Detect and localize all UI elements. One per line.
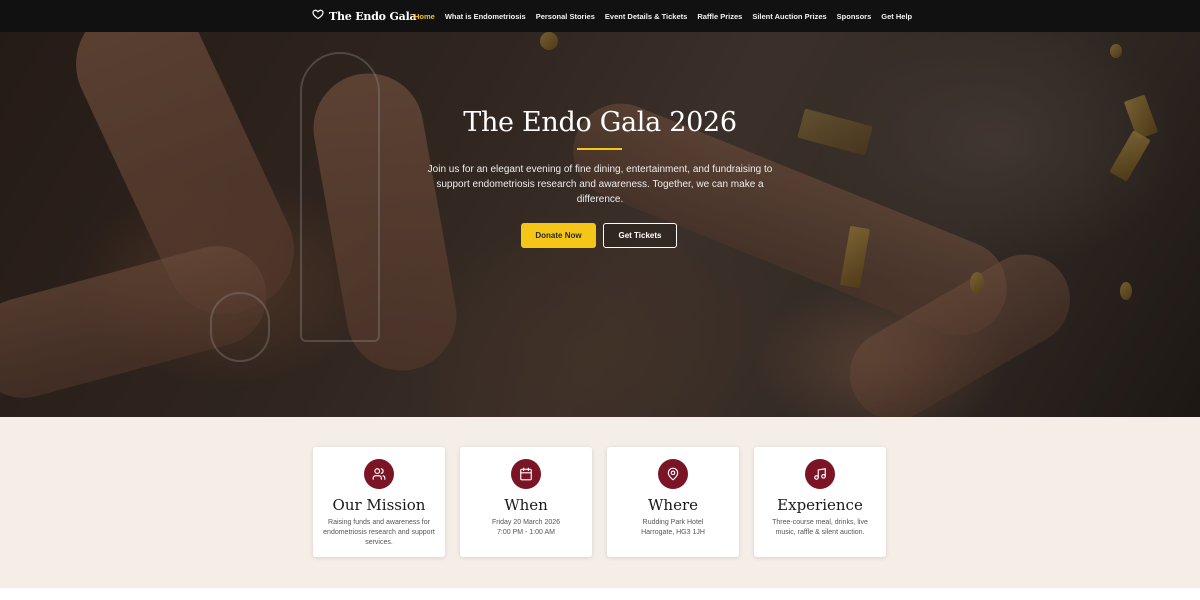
card-text: Rudding Park Hotel Harrogate, HG3 1JH bbox=[641, 519, 705, 536]
brand-logo[interactable]: The Endo Gala bbox=[312, 0, 417, 32]
music-icon bbox=[805, 459, 835, 489]
brand-name: The Endo Gala bbox=[329, 9, 417, 23]
nav-link-sponsors[interactable]: Sponsors bbox=[832, 0, 877, 32]
card-text: Raising funds and awareness for endometr… bbox=[323, 519, 435, 546]
card-text: Three-course meal, drinks, live music, r… bbox=[772, 519, 868, 536]
hero-divider bbox=[577, 148, 622, 150]
heart-icon bbox=[312, 7, 324, 25]
card-title: Our Mission bbox=[332, 496, 426, 514]
nav-link-raffle-prizes[interactable]: Raffle Prizes bbox=[692, 0, 747, 32]
nav-link-silent-auction[interactable]: Silent Auction Prizes bbox=[747, 0, 831, 32]
card-our-mission: Our Mission Raising funds and awareness … bbox=[313, 447, 445, 557]
info-cards: Our Mission Raising funds and awareness … bbox=[313, 447, 886, 557]
card-title: When bbox=[504, 496, 548, 514]
next-section-edge bbox=[0, 588, 1200, 600]
card-title: Experience bbox=[777, 496, 863, 514]
donate-now-button[interactable]: Donate Now bbox=[521, 223, 596, 248]
card-experience: Experience Three-course meal, drinks, li… bbox=[754, 447, 886, 557]
top-nav: The Endo Gala Home What is Endometriosis… bbox=[0, 0, 1200, 32]
card-title: Where bbox=[647, 496, 698, 514]
nav-links: Home What is Endometriosis Personal Stor… bbox=[409, 0, 917, 32]
map-pin-icon bbox=[658, 459, 688, 489]
nav-link-home[interactable]: Home bbox=[409, 0, 440, 32]
nav-link-what-is-endometriosis[interactable]: What is Endometriosis bbox=[440, 0, 531, 32]
nav-link-personal-stories[interactable]: Personal Stories bbox=[531, 0, 600, 32]
nav-link-event-details[interactable]: Event Details & Tickets bbox=[600, 0, 692, 32]
hero-content: The Endo Gala 2026 Join us for an elegan… bbox=[0, 32, 1200, 417]
card-when: When Friday 20 March 2026 7:00 PM - 1:00… bbox=[460, 447, 592, 557]
card-text: Friday 20 March 2026 7:00 PM - 1:00 AM bbox=[491, 519, 561, 536]
hero-section: The Endo Gala 2026 Join us for an elegan… bbox=[0, 32, 1200, 417]
calendar-icon bbox=[511, 459, 541, 489]
hero-subtitle: Join us for an elegant evening of fine d… bbox=[427, 164, 773, 205]
nav-link-get-help[interactable]: Get Help bbox=[876, 0, 917, 32]
users-icon bbox=[364, 459, 394, 489]
hero-title: The Endo Gala 2026 bbox=[463, 107, 737, 138]
get-tickets-button[interactable]: Get Tickets bbox=[603, 223, 677, 248]
card-where: Where Rudding Park Hotel Harrogate, HG3 … bbox=[607, 447, 739, 557]
